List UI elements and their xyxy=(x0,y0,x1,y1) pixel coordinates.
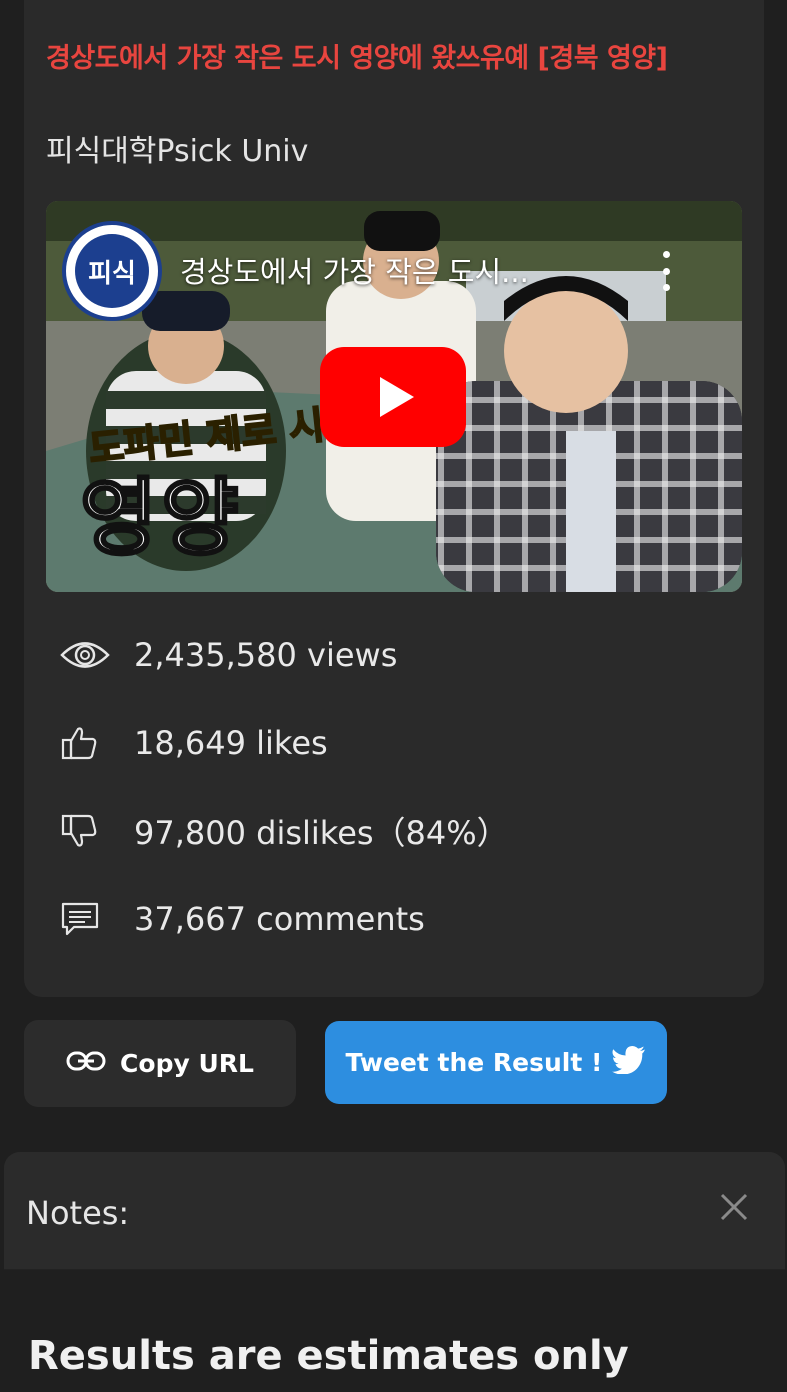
twitter-bird-icon xyxy=(612,1045,646,1080)
comments-count: 37,667 comments xyxy=(134,900,425,938)
more-options-icon[interactable] xyxy=(658,251,674,291)
tweet-result-button[interactable]: Tweet the Result ! xyxy=(325,1021,667,1104)
dislikes-count: 97,800 dislikes（84%） xyxy=(134,814,509,852)
eye-icon xyxy=(60,635,112,675)
channel-name[interactable]: 피식대학Psick Univ xyxy=(46,126,308,170)
copy-url-label: Copy URL xyxy=(120,1049,254,1078)
stat-likes: 18,649 likes xyxy=(60,718,328,768)
notes-heading: Results are estimates only xyxy=(28,1333,629,1379)
stat-comments: 37,667 comments xyxy=(60,894,425,944)
play-icon[interactable] xyxy=(320,347,466,447)
notes-label: Notes: xyxy=(26,1194,130,1232)
link-icon xyxy=(66,1049,106,1078)
notes-panel: Notes: Results are estimates only xyxy=(4,1152,785,1392)
tweet-result-label: Tweet the Result ! xyxy=(345,1048,603,1077)
comment-icon xyxy=(60,899,112,939)
stat-dislikes: 97,800 dislikes（84%） xyxy=(60,806,509,856)
stat-views: 2,435,580 views xyxy=(60,630,397,680)
notes-header: Notes: xyxy=(4,1152,785,1270)
thumbnail-overlay-title: 경상도에서 가장 작은 도시... xyxy=(180,255,529,289)
close-icon[interactable] xyxy=(717,1190,751,1224)
video-thumbnail[interactable]: 피식 경상도에서 가장 작은 도시... 도파민 제로 시 영양 xyxy=(46,201,742,592)
thumbnail-caption-big: 영양 xyxy=(79,468,243,569)
channel-logo-text: 피식 xyxy=(75,234,149,308)
channel-logo[interactable]: 피식 xyxy=(62,221,162,321)
likes-count: 18,649 likes xyxy=(134,724,328,762)
copy-url-button[interactable]: Copy URL xyxy=(24,1020,296,1107)
thumbs-down-icon xyxy=(60,811,112,851)
views-count: 2,435,580 views xyxy=(134,636,398,674)
thumbs-up-icon xyxy=(60,723,112,763)
video-title[interactable]: 경상도에서 가장 작은 도시 영양에 왔쓰유예 [경북 영양] xyxy=(46,36,746,75)
